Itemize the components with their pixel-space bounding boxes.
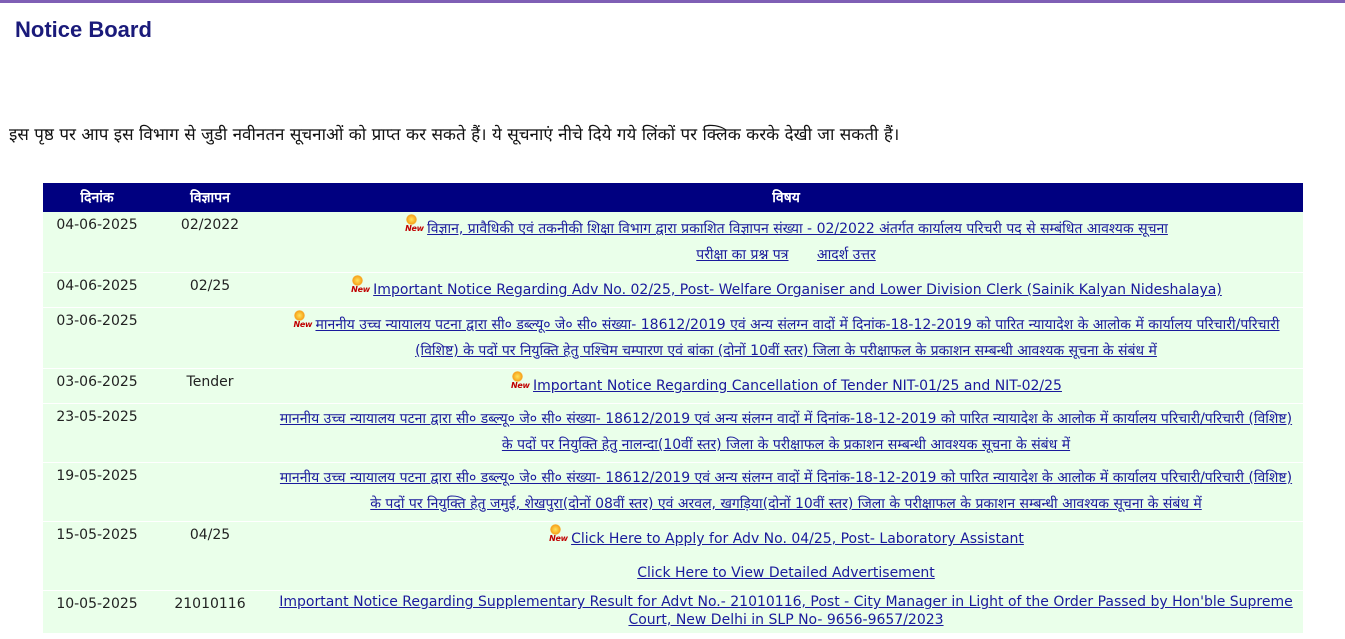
header-date: दिनांक <box>43 183 151 212</box>
table-row: 19-05-2025 माननीय उच्च न्यायालय पटना द्व… <box>43 462 1303 522</box>
row-date: 04-06-2025 <box>43 212 151 273</box>
notice-link[interactable]: Important Notice Regarding Adv No. 02/25… <box>373 282 1222 298</box>
notice-link[interactable]: माननीय उच्च न्यायालय पटना द्वारा सी० डब्… <box>280 411 1292 453</box>
top-accent-bar <box>0 0 1345 3</box>
row-adv-number <box>151 307 269 369</box>
row-adv-number: 02/25 <box>151 272 269 308</box>
table-row: 15-05-2025 04/25 New Click Here to Apply … <box>43 521 1303 591</box>
notice-link[interactable]: माननीय उच्च न्यायालय पटना द्वारा सी० डब्… <box>315 317 1279 359</box>
notice-link[interactable]: विज्ञान, प्रावैधिकी एवं तकनीकी शिक्षा वि… <box>427 221 1168 237</box>
row-adv-number <box>151 403 269 463</box>
sub-links: परीक्षा का प्रश्न पत्र आदर्श उत्तर <box>684 247 888 263</box>
row-date: 03-06-2025 <box>43 307 151 369</box>
row-adv-number: Tender <box>151 368 269 404</box>
row-subject: New विज्ञान, प्रावैधिकी एवं तकनीकी शिक्षा… <box>269 212 1303 273</box>
row-adv-number: 04/25 <box>151 521 269 591</box>
table-header-row: दिनांक विज्ञापन विषय <box>43 183 1303 212</box>
new-badge-icon: New <box>510 371 530 390</box>
row-adv-number: 21010116 <box>151 590 269 634</box>
new-badge-icon: New <box>404 214 424 233</box>
question-paper-link[interactable]: परीक्षा का प्रश्न पत्र <box>696 247 788 263</box>
notice-link[interactable]: Important Notice Regarding Supplementary… <box>279 594 1293 628</box>
notice-link[interactable]: Important Notice Regarding Cancellation … <box>533 378 1062 394</box>
new-badge-icon: New <box>292 310 312 329</box>
row-date: 10-05-2025 <box>43 590 151 634</box>
model-answer-link[interactable]: आदर्श उत्तर <box>817 247 876 263</box>
table-row: 04-06-2025 02/2022 New विज्ञान, प्रावैधिक… <box>43 212 1303 273</box>
page-title: Notice Board <box>15 17 152 42</box>
row-subject: New Important Notice Regarding Adv No. 02… <box>269 272 1303 308</box>
row-subject: New माननीय उच्च न्यायालय पटना द्वारा सी० … <box>269 307 1303 369</box>
detailed-advertisement-link[interactable]: Click Here to View Detailed Advertisemen… <box>637 565 935 581</box>
row-date: 15-05-2025 <box>43 521 151 591</box>
row-date: 23-05-2025 <box>43 403 151 463</box>
notice-table: दिनांक विज्ञापन विषय 04-06-2025 02/2022 … <box>43 183 1303 634</box>
row-subject: New Click Here to Apply for Adv No. 04/25… <box>269 521 1303 591</box>
row-adv-number <box>151 462 269 522</box>
header-subject: विषय <box>269 183 1303 212</box>
apply-link[interactable]: Click Here to Apply for Adv No. 04/25, P… <box>571 531 1024 547</box>
table-row: 04-06-2025 02/25 New Important Notice Reg… <box>43 272 1303 308</box>
table-row: 03-06-2025 Tender New Important Notice Re… <box>43 368 1303 404</box>
row-date: 19-05-2025 <box>43 462 151 522</box>
new-badge-icon: New <box>548 524 568 543</box>
row-subject: माननीय उच्च न्यायालय पटना द्वारा सी० डब्… <box>269 462 1303 522</box>
notice-link[interactable]: माननीय उच्च न्यायालय पटना द्वारा सी० डब्… <box>280 470 1292 512</box>
table-row: 03-06-2025 New माननीय उच्च न्यायालय पटना … <box>43 307 1303 369</box>
new-badge-icon: New <box>350 275 370 294</box>
row-date: 03-06-2025 <box>43 368 151 404</box>
row-date: 04-06-2025 <box>43 272 151 308</box>
row-subject: माननीय उच्च न्यायालय पटना द्वारा सी० डब्… <box>269 403 1303 463</box>
table-row: 10-05-2025 21010116 Important Notice Reg… <box>43 590 1303 634</box>
row-subject: Important Notice Regarding Supplementary… <box>269 590 1303 634</box>
header-advertisement: विज्ञापन <box>151 183 269 212</box>
table-row: 23-05-2025 माननीय उच्च न्यायालय पटना द्व… <box>43 403 1303 463</box>
row-adv-number: 02/2022 <box>151 212 269 273</box>
row-subject: New Important Notice Regarding Cancellati… <box>269 368 1303 404</box>
intro-text: इस पृष्ठ पर आप इस विभाग से जुडी नवीनतन स… <box>9 125 900 145</box>
